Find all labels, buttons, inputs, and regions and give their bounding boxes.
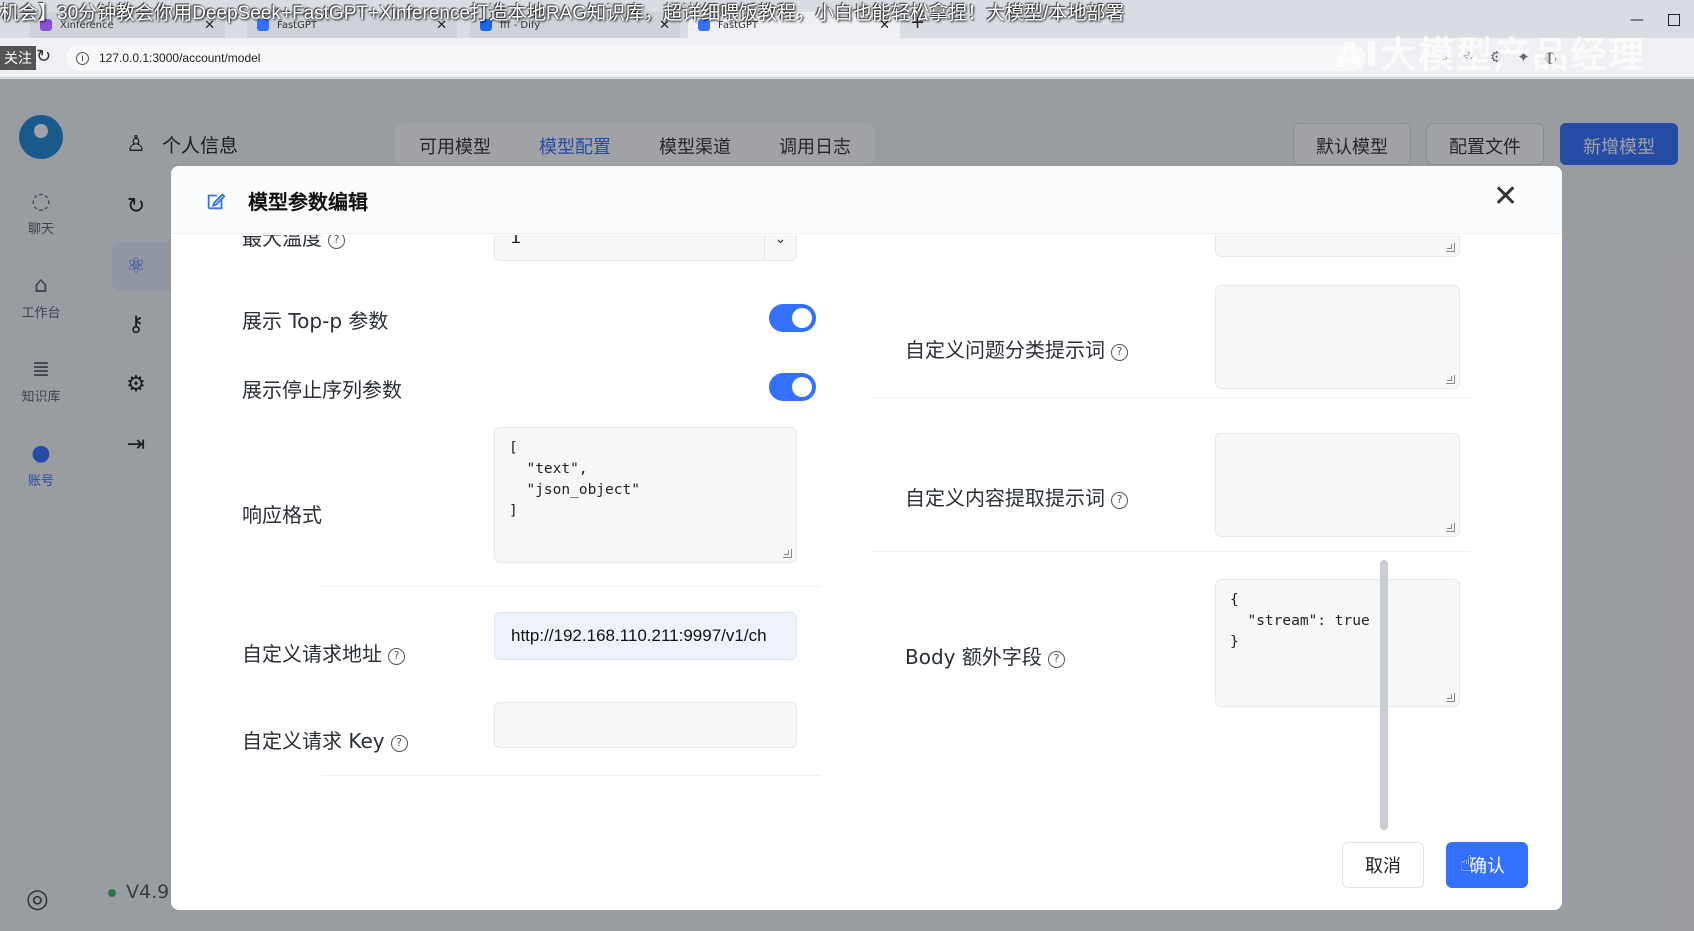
max-temp-input[interactable]: 1 ⌄ (494, 235, 797, 261)
row-divider (871, 397, 1471, 398)
code-line: "stream": true (1230, 613, 1370, 629)
body-extra-textarea[interactable]: { "stream": true} (1215, 579, 1460, 707)
cancel-button[interactable]: 取消 (1342, 842, 1424, 888)
question-prompt-label: 自定义问题分类提示词? (905, 334, 1128, 363)
help-icon[interactable]: ? (1111, 344, 1128, 361)
question-prompt-textarea[interactable] (1215, 285, 1460, 389)
model-param-modal: 模型参数编辑 ✕ 最大温度? 1 ⌄ 展示 Top-p 参数 展示停止序列参数 … (171, 166, 1562, 910)
edit-icon (207, 193, 226, 210)
follow-button[interactable]: 关注 (0, 46, 36, 70)
code-line: { (1230, 592, 1239, 608)
modal-header: 模型参数编辑 ✕ (171, 166, 1562, 234)
modal-title: 模型参数编辑 (248, 190, 368, 214)
row-divider (871, 551, 1471, 552)
resize-handle-icon[interactable] (783, 549, 792, 558)
code-line: } (1230, 634, 1239, 650)
url-text: 127.0.0.1:3000/account/model (99, 51, 261, 65)
top-p-toggle[interactable] (769, 304, 816, 332)
code-line: "text", (509, 461, 588, 477)
help-icon[interactable]: ? (390, 735, 408, 752)
url-input[interactable]: i 127.0.0.1:3000/account/model (66, 45, 1366, 71)
resize-handle-icon[interactable] (1446, 375, 1455, 384)
resize-handle-icon[interactable] (1446, 243, 1455, 252)
max-temp-label: 最大温度? (242, 235, 345, 251)
custom-key-label: 自定义请求 Key? (242, 725, 408, 754)
code-line: [ (509, 440, 518, 456)
code-line: "json_object" (509, 482, 640, 498)
reload-icon[interactable]: ↻ (36, 46, 51, 67)
body-extra-label: Body 额外字段? (905, 641, 1065, 670)
custom-url-label: 自定义请求地址? (242, 638, 405, 667)
custom-url-input[interactable]: http://192.168.110.211:9997/v1/ch (494, 612, 797, 660)
help-icon[interactable]: ? (1047, 651, 1065, 668)
modal-scrollbar[interactable] (1380, 560, 1388, 830)
close-icon[interactable]: ✕ (1493, 182, 1518, 212)
show-stop-label: 展示停止序列参数 (242, 378, 402, 402)
help-icon[interactable]: ? (1111, 492, 1128, 509)
maximize-icon[interactable] (1668, 14, 1680, 26)
right-top-textarea[interactable] (1215, 235, 1460, 257)
resize-handle-icon[interactable] (1446, 693, 1455, 702)
show-top-p-label: 展示 Top-p 参数 (242, 309, 389, 333)
custom-url-value: http://192.168.110.211:9997/v1/ch (511, 626, 767, 645)
info-icon[interactable]: i (76, 51, 89, 65)
stop-seq-toggle[interactable] (769, 373, 816, 401)
row-divider (321, 775, 821, 776)
modal-body: 最大温度? 1 ⌄ 展示 Top-p 参数 展示停止序列参数 自定义问题分类提示… (171, 235, 1562, 825)
help-icon[interactable]: ? (328, 235, 345, 249)
chevron-down-icon[interactable]: ⌄ (764, 235, 796, 260)
watermark-text: AI大模型产品经理 (1335, 35, 1647, 76)
help-icon[interactable]: ? (388, 648, 405, 665)
extract-prompt-textarea[interactable] (1215, 433, 1460, 537)
resize-handle-icon[interactable] (1446, 523, 1455, 532)
row-divider (321, 586, 821, 587)
extract-prompt-label: 自定义内容提取提示词? (905, 482, 1128, 511)
hand-cursor-icon: ☝ (1460, 852, 1474, 877)
max-temp-value: 1 (511, 235, 521, 247)
code-line: ] (509, 503, 518, 519)
confirm-button[interactable]: 确认 (1446, 842, 1528, 888)
response-format-label: 响应格式 (242, 503, 322, 527)
video-title: 机会】30分钟教会你用DeepSeek+FastGPT+Xinference打造… (0, 3, 1125, 24)
response-format-textarea[interactable]: [ "text", "json_object"] (494, 427, 797, 563)
custom-key-input[interactable] (494, 702, 797, 748)
